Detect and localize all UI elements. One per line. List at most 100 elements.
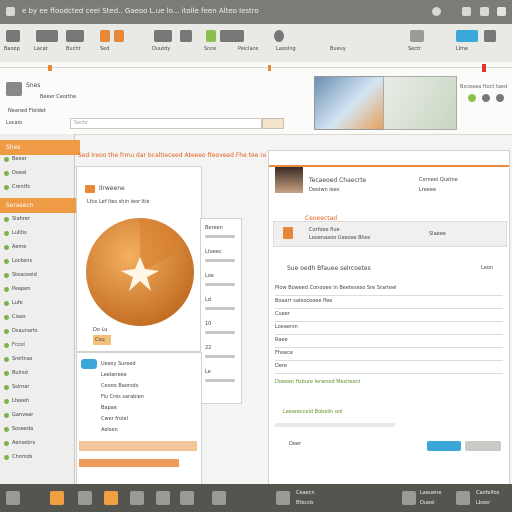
open-icon[interactable]: [36, 30, 58, 42]
minimize-icon[interactable]: [462, 7, 471, 16]
sidebar-header[interactable]: Shes: [0, 140, 80, 155]
mail-icon[interactable]: [156, 491, 170, 505]
location-field[interactable]: Locaio: [6, 120, 66, 126]
media-icon[interactable]: [212, 491, 226, 505]
sidebar-item[interactable]: Crentfs: [4, 182, 70, 192]
avatar[interactable]: [275, 167, 303, 193]
sidebar-item[interactable]: Ganvear: [4, 410, 70, 420]
app-icon[interactable]: [104, 491, 118, 505]
list-item[interactable]: Aelsen: [101, 427, 197, 433]
share-icon[interactable]: [410, 30, 424, 42]
badge: Cou: [93, 335, 111, 345]
green-text-2[interactable]: Leearecceld Bobeiln ool: [283, 409, 483, 415]
sidebar-item[interactable]: Dsaunarts: [4, 326, 70, 336]
list-item[interactable]: Ueesy Sureed: [101, 361, 197, 367]
sidebar-item-label: Soseeda: [12, 426, 34, 432]
toggle-icon[interactable]: [456, 30, 478, 42]
browser-icon[interactable]: [130, 491, 144, 505]
orange-tool-icon[interactable]: [100, 30, 110, 42]
refresh-icon[interactable]: [482, 94, 490, 102]
layout-icon[interactable]: [154, 30, 172, 42]
secondary-button[interactable]: [465, 441, 501, 451]
sidebar-item-label: Doeel: [12, 170, 27, 176]
sidebar-item[interactable]: Beeer: [4, 154, 70, 164]
new-doc-icon[interactable]: [6, 30, 20, 42]
green-text[interactable]: Doeeen fisbure lerwned Meslreenl: [275, 379, 503, 385]
search-input[interactable]: Sechr: [70, 118, 262, 129]
green-tool-icon[interactable]: [206, 30, 216, 42]
format-icon[interactable]: [220, 30, 244, 42]
list-item[interactable]: Bapae: [101, 405, 197, 411]
table-row[interactable]: Plow Boweed Conooee ln Beeteseso Sre Sra…: [275, 285, 503, 291]
sidebar-item[interactable]: Lockens: [4, 256, 70, 266]
go-button[interactable]: [262, 118, 284, 129]
ruler-marker[interactable]: [48, 65, 52, 71]
list-item[interactable]: Cwer frolel: [101, 416, 197, 422]
sidebar-item[interactable]: Sreltnas: [4, 354, 70, 364]
list-item[interactable]: Fiu Cres sarabien: [101, 394, 197, 400]
folder-icon[interactable]: [78, 491, 92, 505]
table-row[interactable]: Cueer: [275, 311, 503, 317]
sidebar-item[interactable]: Doeel: [4, 168, 70, 178]
app-icon[interactable]: [50, 491, 64, 505]
card-icon: [85, 185, 95, 193]
sidebar-item[interactable]: Lulltis: [4, 228, 70, 238]
close-icon[interactable]: [497, 7, 506, 16]
orange-tool-2-icon[interactable]: [114, 30, 124, 42]
maximize-icon[interactable]: [480, 7, 489, 16]
sidebar-item[interactable]: Ssirnar: [4, 382, 70, 392]
sidebar-item[interactable]: Peapen: [4, 284, 70, 294]
bullet-icon: [4, 356, 9, 362]
table-row[interactable]: Fhoece: [275, 350, 503, 356]
volume-icon[interactable]: [402, 491, 416, 505]
row-divider: [275, 334, 503, 335]
row-divider: [275, 360, 503, 361]
font-icon[interactable]: [180, 30, 192, 42]
sidebar-item[interactable]: Ciaes: [4, 312, 70, 322]
notification-icon[interactable]: [456, 491, 470, 505]
search-icon[interactable]: [432, 7, 441, 16]
toolbar-group-label: Snce: [204, 46, 217, 52]
ruler-marker[interactable]: [268, 65, 271, 71]
action-button[interactable]: [427, 441, 461, 451]
highlight-row[interactable]: [79, 459, 179, 467]
sidebar-item[interactable]: Aensebrs: [4, 438, 70, 448]
start-icon[interactable]: [6, 491, 20, 505]
sidebar-item[interactable]: Chomds: [4, 452, 70, 462]
sidebar-item[interactable]: Soseeda: [4, 424, 70, 434]
calendar-icon[interactable]: [180, 491, 194, 505]
sidebar-item[interactable]: Aeme: [4, 242, 70, 252]
sidebar-item[interactable]: Bulrsd: [4, 368, 70, 378]
table-row[interactable]: Dere: [275, 363, 503, 369]
ruler-marker[interactable]: [482, 64, 486, 72]
sidebar-item-label: Lteeeh: [12, 398, 30, 404]
table-row[interactable]: Loeaersn: [275, 324, 503, 330]
help-icon[interactable]: [484, 30, 496, 42]
preview-thumbnail-2[interactable]: [383, 76, 457, 130]
sidebar-item-active[interactable]: Serasecn: [0, 198, 80, 213]
tray-label: Bfecsls: [296, 500, 314, 506]
sidebar-item[interactable]: Lteeeh: [4, 396, 70, 406]
save-icon[interactable]: [66, 30, 84, 42]
sidebar-item[interactable]: Slahrer: [4, 214, 70, 224]
app-badge-icon: [81, 359, 97, 369]
toolbar-group-label: Bueuy: [330, 46, 346, 52]
preview-thumbnail[interactable]: [314, 76, 384, 130]
section-line: Slaeee: [429, 231, 446, 237]
network-icon[interactable]: [276, 491, 290, 505]
table-row[interactable]: Boaarr saleoceoee flee: [275, 298, 503, 304]
list-item[interactable]: Leelaneee: [101, 372, 197, 378]
value-underline: [205, 307, 235, 310]
card[interactable]: Ilrweene Lfce Lef ltes shin ieor ltie Do…: [76, 166, 202, 352]
settings-icon[interactable]: [496, 94, 504, 102]
sidebar-item[interactable]: Lufe: [4, 298, 70, 308]
sidebar-item[interactable]: Steaceeid: [4, 270, 70, 280]
table-row[interactable]: Raee: [275, 337, 503, 343]
list-item[interactable]: Ceooo Baorsds: [101, 383, 197, 389]
bullet-icon: [4, 370, 9, 376]
sidebar-item[interactable]: Fccol: [4, 340, 70, 350]
record-icon[interactable]: [274, 30, 284, 42]
value-cell: Ltoeec: [205, 249, 222, 255]
bullet-icon: [4, 244, 9, 250]
sidebar-item-label: Slahrer: [12, 216, 30, 222]
